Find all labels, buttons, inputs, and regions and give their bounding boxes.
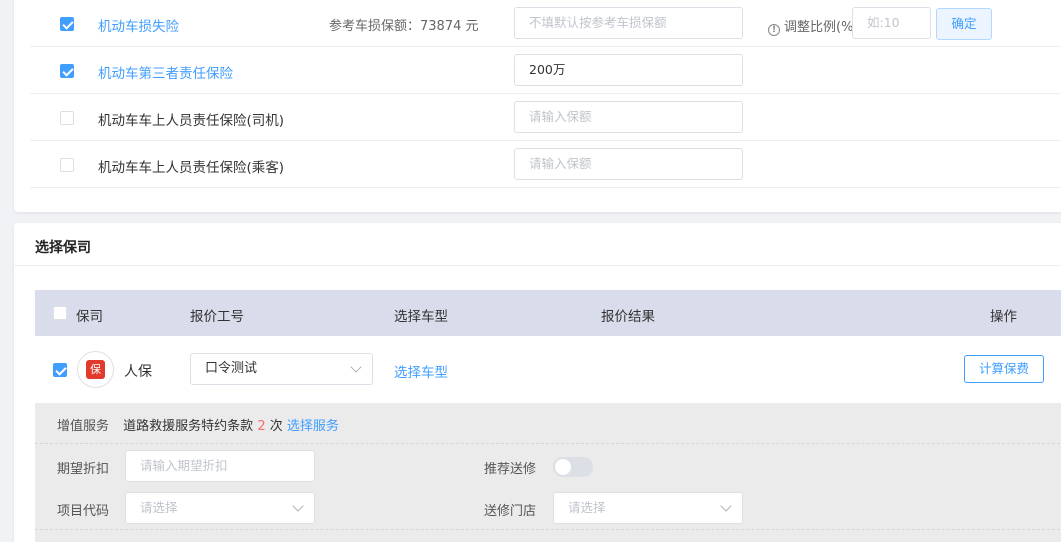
- col-insurer: 保司: [76, 309, 103, 325]
- quote-account-select[interactable]: 口令测试: [190, 353, 373, 385]
- vas-label: 增值服务: [57, 419, 110, 434]
- adjust-ratio-text: 调整比例(%): [784, 20, 859, 35]
- choose-model-link[interactable]: 选择车型: [394, 361, 448, 381]
- passenger-amount-input[interactable]: 请输入保额: [514, 148, 743, 180]
- chevron-down-icon: [720, 500, 732, 512]
- coverage-row-damage: 机动车损失险 参考车损保额：73874 元 不填默认按参考车损保额 ! 调整比例(…: [30, 0, 1061, 47]
- insurer-checkbox[interactable]: [53, 363, 67, 377]
- vas-text: 道路救援服务特约条款: [123, 419, 254, 434]
- driver-amount-input[interactable]: 请输入保额: [514, 101, 743, 133]
- coverage-row-passenger: 机动车车上人员责任保险(乘客) 请输入保额: [30, 141, 1061, 188]
- divider: [35, 529, 1061, 530]
- value-added-services: 增值服务 道路救援服务特约条款 2 次 选择服务: [57, 415, 339, 434]
- insurer-logo: 保: [77, 351, 114, 388]
- calc-premium-button[interactable]: 计算保费: [964, 355, 1044, 383]
- insurer-name: 人保: [124, 364, 152, 380]
- third-party-checkbox[interactable]: [60, 64, 74, 78]
- extra-options-panel: 增值服务 道路救援服务特约条款 2 次 选择服务 期望折扣 请输入期望折扣 推荐…: [35, 403, 1061, 542]
- third-party-amount-input[interactable]: 200万: [514, 54, 743, 86]
- project-code-select[interactable]: 请选择: [125, 492, 315, 524]
- picc-logo-icon: 保: [86, 360, 105, 379]
- col-quote-result: 报价结果: [601, 309, 655, 325]
- coverage-card: 机动车损失险 参考车损保额：73874 元 不填默认按参考车损保额 ! 调整比例(…: [14, 0, 1061, 212]
- discount-label: 期望折扣: [57, 462, 110, 477]
- third-party-label[interactable]: 机动车第三者责任保险: [98, 62, 233, 82]
- table-header: 保司 报价工号 选择车型 报价结果 操作: [35, 290, 1061, 336]
- adjust-ratio-input[interactable]: 如:10: [852, 7, 931, 39]
- col-quote-account: 报价工号: [190, 309, 244, 325]
- repair-shop-label: 送修门店: [484, 504, 537, 519]
- select-service-link[interactable]: 选择服务: [287, 419, 339, 434]
- reference-amount: 参考车损保额：73874 元: [329, 19, 479, 34]
- vas-unit: 次: [269, 419, 283, 434]
- divider: [35, 443, 1061, 444]
- info-icon: !: [768, 24, 780, 36]
- chevron-down-icon: [292, 500, 304, 512]
- repair-shop-select[interactable]: 请选择: [553, 492, 743, 524]
- driver-checkbox[interactable]: [60, 111, 74, 125]
- vas-count: 2: [257, 419, 266, 434]
- coverage-row-third-party: 机动车第三者责任保险 200万: [30, 47, 1061, 94]
- table-row: 保 人保 口令测试 选择车型 计算保费: [35, 336, 1061, 403]
- damage-amount-input[interactable]: 不填默认按参考车损保额: [514, 7, 743, 39]
- damage-checkbox[interactable]: [60, 17, 74, 31]
- insurer-card: 选择保司 保司 报价工号 选择车型 报价结果 操作 保 人保 口令测试 选择车型…: [14, 223, 1061, 542]
- quote-account-value: 口令测试: [205, 361, 258, 376]
- driver-label[interactable]: 机动车车上人员责任保险(司机): [98, 109, 284, 129]
- damage-label[interactable]: 机动车损失险: [98, 15, 179, 35]
- divider: [14, 265, 1061, 266]
- recommend-repair-label: 推荐送修: [484, 462, 537, 477]
- project-code-label: 项目代码: [57, 504, 110, 519]
- col-actions: 操作: [990, 309, 1017, 325]
- coverage-row-driver: 机动车车上人员责任保险(司机) 请输入保额: [30, 94, 1061, 141]
- recommend-repair-toggle[interactable]: [553, 457, 593, 477]
- select-all-checkbox[interactable]: [53, 306, 67, 320]
- repair-shop-placeholder: 请选择: [568, 500, 606, 515]
- col-vehicle-model: 选择车型: [394, 309, 448, 325]
- project-code-placeholder: 请选择: [140, 500, 178, 515]
- passenger-label[interactable]: 机动车车上人员责任保险(乘客): [98, 156, 284, 176]
- section-title: 选择保司: [35, 240, 91, 256]
- discount-input[interactable]: 请输入期望折扣: [125, 450, 315, 482]
- confirm-button[interactable]: 确定: [936, 8, 992, 40]
- passenger-checkbox[interactable]: [60, 158, 74, 172]
- chevron-down-icon: [350, 361, 362, 373]
- adjust-ratio-label: ! 调整比例(%): [768, 16, 859, 36]
